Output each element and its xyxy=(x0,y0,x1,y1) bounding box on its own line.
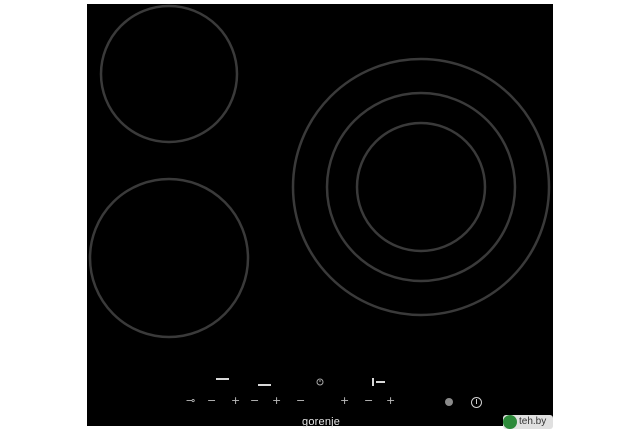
zone3-plus-button[interactable]: + xyxy=(386,395,395,407)
zone2-plus-button[interactable]: + xyxy=(272,395,281,407)
lock-key-icon[interactable]: ⊸ xyxy=(186,395,195,407)
right-zone-indicator xyxy=(376,381,385,383)
clock-icon xyxy=(316,378,324,386)
right-zone-middle-ring xyxy=(325,91,517,283)
watermark-text: teh.by xyxy=(519,416,547,427)
front-left-zone-ring xyxy=(88,177,250,339)
right-zone-inner-ring xyxy=(355,121,487,253)
zone2-minus-button[interactable]: − xyxy=(250,395,259,407)
timer-plus-button[interactable]: + xyxy=(340,395,349,407)
timer-minus-button[interactable]: − xyxy=(296,395,305,407)
right-zone-outer-ring xyxy=(291,57,551,317)
front-left-zone-indicator xyxy=(258,384,271,386)
zone1-plus-button[interactable]: + xyxy=(231,395,240,407)
dual-zone-selector-button[interactable] xyxy=(445,398,453,406)
right-zone-indicator-tick xyxy=(372,378,374,386)
cooktop-surface xyxy=(87,4,553,426)
cooking-zones xyxy=(88,4,551,339)
power-icon[interactable] xyxy=(471,397,482,408)
zone1-minus-button[interactable]: − xyxy=(207,395,216,407)
watermark-icon xyxy=(503,415,517,429)
zone3-minus-button[interactable]: − xyxy=(364,395,373,407)
rear-left-zone-indicator xyxy=(216,378,229,380)
brand-logo: gorenje xyxy=(302,416,341,428)
rear-left-zone-ring xyxy=(99,4,239,144)
